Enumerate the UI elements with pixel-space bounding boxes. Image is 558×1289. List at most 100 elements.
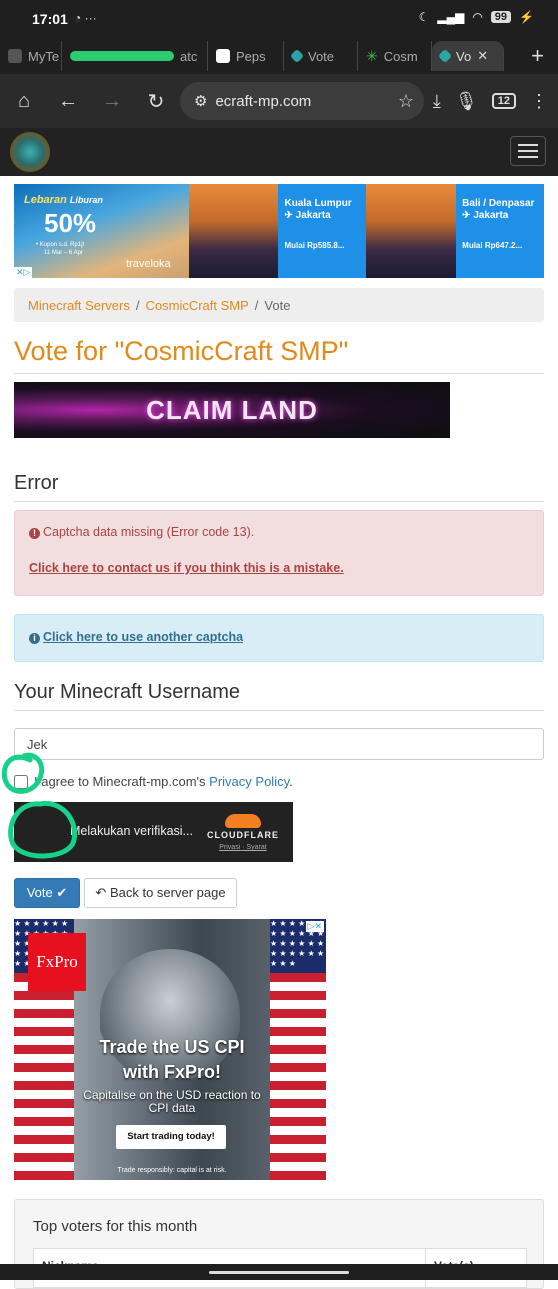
error-alert: ! Captcha data missing (Error code 13). C…: [14, 510, 544, 596]
fxpro-ad[interactable]: ★ ★ ★ ★ ★ ★ ★ ★ ★ ★ ★ ★ ★ ★ ★ ★ ★ ★ ★ ★ …: [14, 919, 326, 1180]
more-menu-icon[interactable]: ⋮: [530, 91, 548, 112]
reload-icon[interactable]: ↻: [134, 89, 178, 114]
ad-promo-image: Lebaran Liburan 50% • Kupon s.d. Rp1jt 1…: [14, 184, 189, 278]
download-icon[interactable]: ⤓: [433, 91, 441, 112]
error-heading: Error: [14, 472, 544, 502]
ad-city-image: [366, 184, 457, 278]
status-icons: ☾ ▂▄▆ ◠ 99 ⚡: [419, 10, 534, 24]
wifi-icon: ◠: [472, 10, 483, 24]
page-title: Vote for "CosmicCraft SMP": [14, 336, 544, 374]
cloudflare-cloud-icon: [225, 814, 261, 828]
forward-arrow-icon[interactable]: →: [90, 90, 134, 113]
browser-tab[interactable]: atc: [62, 41, 208, 71]
tab-label: Vote: [308, 48, 335, 64]
back-to-server-button[interactable]: ↶ Back to server page: [84, 878, 237, 908]
server-banner-image: CLAIM LAND: [14, 382, 450, 438]
start-trading-button[interactable]: Start trading today!: [116, 1125, 226, 1149]
status-bar: 17:01 ◔ ··· ☾ ▂▄▆ ◠ 99 ⚡: [0, 0, 558, 38]
signal-icon: ▂▄▆: [437, 10, 465, 24]
browser-tab[interactable]: ✳ Cosm: [358, 41, 432, 71]
error-message: ! Captcha data missing (Error code 13).: [29, 525, 529, 539]
tab-label: Vo: [456, 48, 472, 64]
fx-headline-1: Trade the US CPI: [99, 1037, 245, 1057]
fxpro-logo: FxPro: [28, 933, 86, 991]
check-icon: ✔: [56, 885, 68, 900]
dollar-portrait-image: [100, 949, 240, 1079]
home-gesture-handle[interactable]: [209, 1271, 349, 1274]
tab-favicon: [216, 49, 230, 63]
new-tab-icon[interactable]: +: [531, 43, 544, 69]
adchoices-icon[interactable]: ✕▷: [14, 267, 33, 278]
ad-offer: Bali / Denpasar ✈ Jakarta Mulai Rp647.2.…: [456, 184, 544, 278]
bookmark-star-icon[interactable]: ☆: [398, 91, 414, 112]
close-tab-icon[interactable]: ✕: [477, 48, 488, 64]
address-bar[interactable]: ⚙ ecraft-mp.com ☆: [180, 82, 424, 120]
breadcrumb-separator: /: [135, 297, 140, 313]
site-logo[interactable]: [10, 132, 50, 172]
breadcrumb: Minecraft Servers / CosmicCraft SMP / Vo…: [14, 288, 544, 322]
tab-count-button[interactable]: 12: [491, 93, 516, 109]
fx-headline-2: with FxPro!: [123, 1062, 221, 1082]
whatsapp-icon: ◔ ···: [74, 11, 97, 25]
username-heading: Your Minecraft Username: [14, 681, 544, 711]
vote-button[interactable]: Vote ✔: [14, 878, 80, 908]
url-text: ecraft-mp.com: [215, 92, 312, 110]
ad-offer-route: Bali / Denpasar ✈ Jakarta: [462, 198, 535, 221]
hamburger-menu-icon[interactable]: [510, 136, 546, 166]
breadcrumb-current: Vote: [264, 297, 291, 313]
microphone-icon[interactable]: 🎙: [455, 91, 478, 112]
traveloka-ad-banner[interactable]: Lebaran Liburan 50% • Kupon s.d. Rp1jt 1…: [14, 184, 544, 278]
tab-label: Peps: [236, 48, 266, 64]
ad-promo-percent: 50%: [44, 208, 97, 238]
username-input[interactable]: [14, 728, 544, 760]
ad-promo-title: Lebaran Liburan: [24, 194, 103, 206]
breadcrumb-separator: /: [254, 297, 259, 313]
tab-label: MyTe: [28, 48, 60, 64]
browser-tab[interactable]: Vote: [284, 41, 358, 71]
browser-toolbar: ⌂ ← → ↻ ⚙ ecraft-mp.com ☆ ⤓ 🎙 12 ⋮: [0, 74, 558, 128]
browser-tab-active[interactable]: Vo ✕: [432, 41, 504, 71]
home-icon[interactable]: ⌂: [2, 90, 46, 113]
battery-icon: 99: [490, 11, 512, 23]
turnstile-links[interactable]: Privasi · Syarat: [207, 844, 279, 851]
info-circle-icon: i: [29, 633, 40, 644]
browser-tab-strip: MyTe atc Peps Vote ✳ Cosm Vo ✕ +: [0, 38, 558, 74]
handwritten-annotation: [1, 752, 78, 859]
privacy-policy-link[interactable]: Privacy Policy: [209, 774, 289, 789]
another-captcha-link[interactable]: Click here to use another captcha: [43, 630, 243, 644]
tab-favicon: [8, 49, 22, 63]
tab-favicon: [289, 48, 305, 64]
moon-icon: ☾: [418, 10, 430, 24]
ad-offer-price: Mulai Rp585.8...: [284, 241, 345, 250]
breadcrumb-minecraft-servers[interactable]: Minecraft Servers: [28, 298, 130, 313]
ad-promo-dates: 11 Mar – 6 Apr: [44, 250, 83, 256]
browser-tab[interactable]: MyTe: [0, 41, 62, 71]
site-navbar: [0, 128, 558, 176]
tab-favicon: [437, 48, 453, 64]
redaction-mark: [70, 51, 174, 61]
toolbar-right: ⤓ 🎙 12 ⋮: [433, 74, 548, 128]
ad-city-image: [188, 184, 279, 278]
browser-tab[interactable]: Peps: [208, 41, 284, 71]
ad-brand: traveloka: [126, 258, 171, 270]
verifying-text: Melakukan verifikasi...: [70, 824, 193, 838]
charging-icon: ⚡: [519, 10, 534, 24]
tab-favicon: ✳: [366, 47, 378, 64]
ad-offer-route: Kuala Lumpur ✈ Jakarta: [284, 198, 352, 221]
another-captcha-alert[interactable]: i Click here to use another captcha: [14, 614, 544, 662]
reply-arrow-icon: ↶: [95, 885, 107, 900]
status-time: 17:01: [32, 11, 68, 27]
cloudflare-logo: CLOUDFLARE Privasi · Syarat: [207, 814, 279, 851]
us-flag-image: ★ ★ ★ ★ ★ ★ ★ ★ ★ ★ ★ ★ ★ ★ ★ ★ ★ ★ ★ ★ …: [270, 919, 326, 1180]
back-arrow-icon[interactable]: ←: [46, 90, 90, 113]
adchoices-icon[interactable]: ▷✕: [305, 921, 324, 932]
gesture-bar: [0, 1264, 558, 1280]
ad-promo-coupon: • Kupon s.d. Rp1jt: [36, 242, 85, 248]
tab-label: atc: [180, 48, 198, 64]
contact-us-link[interactable]: Click here to contact us if you think th…: [29, 561, 529, 575]
exclamation-circle-icon: !: [29, 528, 40, 539]
ad-offer: Kuala Lumpur ✈ Jakarta Mulai Rp585.8...: [278, 184, 366, 278]
tab-label: Cosm: [383, 48, 418, 64]
site-settings-icon[interactable]: ⚙: [194, 92, 207, 110]
breadcrumb-server[interactable]: CosmicCraft SMP: [146, 298, 249, 313]
